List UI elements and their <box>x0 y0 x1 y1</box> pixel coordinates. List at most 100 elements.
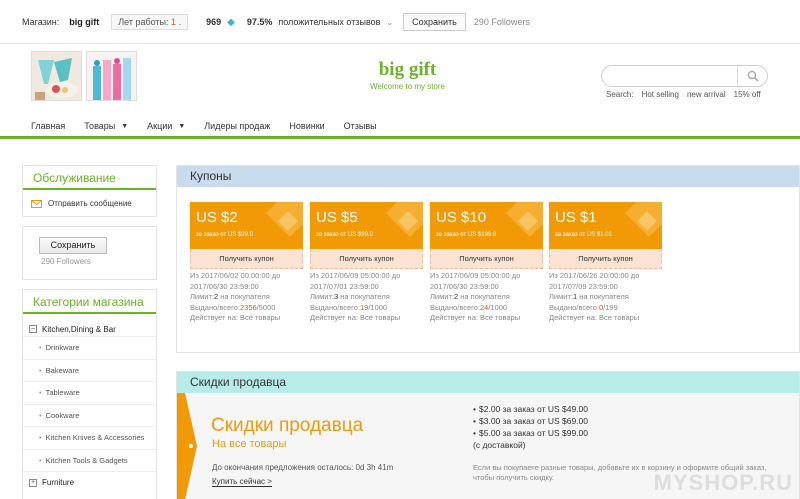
coupon-to: 2017/07/09 23:59:00 <box>549 281 618 291</box>
discount-tier: • $2.00 за заказ от US $49.00 <box>473 403 588 415</box>
store-brand[interactable]: big gift Welcome to my store <box>330 59 485 91</box>
search-button[interactable] <box>737 66 767 86</box>
subcategory-label: Tableware <box>45 388 80 397</box>
service-panel: Обслуживание Отправить сообщение <box>22 165 157 217</box>
issued-label: Выдано/всего: <box>190 302 240 312</box>
category-label: Kitchen,Dining & Bar <box>42 324 116 334</box>
subcategory-label: Cookware <box>45 410 80 420</box>
send-message-link[interactable]: Отправить сообщение <box>23 190 156 208</box>
nav-item-new[interactable]: Новинки <box>289 121 324 131</box>
save-store-button[interactable]: Сохранить <box>39 237 107 254</box>
bullet-icon: • <box>39 455 42 465</box>
issued-label: Выдано/всего: <box>430 302 480 312</box>
subcategory-item[interactable]: • Bakeware <box>23 358 156 382</box>
subcategory-item[interactable]: • Cookware <box>23 403 156 427</box>
chevron-down-icon[interactable]: ⌄ <box>386 18 393 27</box>
total-value: /1000 <box>488 302 508 312</box>
coupon-issued: Выдано/всего:2356/5000 <box>190 303 303 314</box>
envelope-icon <box>31 199 42 208</box>
service-title: Обслуживание <box>23 166 156 190</box>
categories-title: Категории магазина <box>23 290 156 314</box>
coupon-limit: Лимит:3 на покупателя <box>310 292 423 303</box>
years-value: 1 <box>171 17 177 27</box>
subcategory-item[interactable]: • Drinkware <box>23 336 156 359</box>
store-name[interactable]: big gift <box>69 17 99 27</box>
followers-count: 290 Followers <box>473 17 530 27</box>
coupon-from: Из 2017/06/26 20:00:00 до <box>549 271 640 280</box>
store-label: Магазин: <box>22 17 60 27</box>
search-label: Search: <box>606 90 634 99</box>
coupon-condition: за заказ от US $29.0 <box>196 232 253 238</box>
limit-value: 2 <box>213 292 219 301</box>
subcategory-label: Bakeware <box>45 365 79 375</box>
coupon-limit: Лимит:2 на покупателя <box>190 292 303 303</box>
category-item[interactable]: + Furniture <box>23 471 156 493</box>
limit-label: Лимит: <box>549 292 573 301</box>
bullet-icon: • <box>39 388 42 397</box>
search-link[interactable]: new arrival <box>687 90 726 99</box>
discount-heading: Скидки продавца <box>211 415 364 436</box>
store-header: big gift Welcome to my store Search: Hot… <box>0 44 800 114</box>
buy-now-link[interactable]: Купить сейчас > <box>212 477 272 487</box>
get-coupon-button[interactable]: Получить купон <box>430 249 543 269</box>
search-input[interactable] <box>601 65 768 87</box>
coupon-to: 2017/06/30 23:59:00 <box>190 281 259 291</box>
product-thumbnail[interactable] <box>31 51 82 101</box>
subcategory-item[interactable]: • Kitchen Tools & Gadgets <box>23 448 156 472</box>
coupon-card: US $1 за заказ от US $1.01 Получить купо… <box>549 202 662 324</box>
nav-label: Новинки <box>289 121 325 131</box>
limit-label: Лимит: <box>310 292 334 301</box>
expand-icon[interactable]: + <box>29 478 37 487</box>
coupon-issued: Выдано/всего:0/199 <box>549 303 662 314</box>
get-coupon-button[interactable]: Получить купон <box>190 249 303 269</box>
coupon-info: Из 2017/06/09 05:00:00 до 2017/07/01 23:… <box>310 271 423 324</box>
store-categories: Категории магазина – Kitchen,Dining & Ba… <box>22 289 157 499</box>
tier-label: $3.00 за заказ от US $69.00 <box>479 416 589 426</box>
delivery-note: (с доставкой) <box>473 440 526 450</box>
search-link[interactable]: Hot selling <box>642 90 679 99</box>
nav-item-home[interactable]: Главная <box>31 121 65 131</box>
subcategory-item[interactable]: • Tableware <box>23 381 156 404</box>
subcategory-item[interactable]: • Kitchen Knives & Accessories <box>23 426 156 449</box>
category-item[interactable]: – Kitchen,Dining & Bar <box>23 314 156 336</box>
coupon-issued: Выдано/всего:24/1000 <box>430 303 543 314</box>
nav-label: Акции <box>147 121 173 131</box>
brand-tagline: Welcome to my store <box>370 82 445 91</box>
coupons-section: Купоны US $2 за заказ от US $29.0 Получи… <box>176 165 800 353</box>
coupon-card: US $5 за заказ от US $99.0 Получить купо… <box>310 202 423 324</box>
store-topbar: Магазин: big gift Лет работы: 1 . 969 ◆ … <box>0 0 800 44</box>
product-thumbnail[interactable] <box>86 51 137 101</box>
coupon-from: Из 2017/06/02 00:00:00 до <box>190 271 281 280</box>
search-icon <box>747 70 759 82</box>
nav-item-bestsellers[interactable]: Лидеры продаж <box>204 121 270 131</box>
coupon-to: 2017/07/01 23:59:00 <box>310 281 379 291</box>
discount-banner: Скидки продавца На все товары До окончан… <box>177 393 799 499</box>
positive-feedback-label[interactable]: положительных отзывов <box>278 17 380 27</box>
discount-tier: • $3.00 за заказ от US $69.00 <box>473 415 588 427</box>
tier-label: $5.00 за заказ от US $99.00 <box>479 428 589 438</box>
tier-label: $2.00 за заказ от US $49.00 <box>479 404 589 414</box>
feedback-score[interactable]: 969 <box>206 17 221 27</box>
save-store-button[interactable]: Сохранить <box>403 13 466 31</box>
search-link[interactable]: 15% off <box>734 90 761 99</box>
nav-item-products[interactable]: Товары ▼ <box>84 121 128 131</box>
coupon-limit: Лимит:2 на покупателя <box>430 292 543 303</box>
coupon-info: Из 2017/06/26 20:00:00 до 2017/07/09 23:… <box>549 271 662 324</box>
get-coupon-button[interactable]: Получить купон <box>310 249 423 269</box>
brand-name: big gift <box>378 59 437 80</box>
collapse-icon[interactable]: – <box>29 325 37 333</box>
discount-tiers: • $2.00 за заказ от US $49.00 • $3.00 за з… <box>473 403 588 451</box>
nav-item-promotions[interactable]: Акции ▼ <box>147 121 185 131</box>
coupon-face: US $1 за заказ от US $1.01 <box>549 202 662 249</box>
coupon-valid: Действует на: Все товары <box>549 313 640 322</box>
nav-item-reviews[interactable]: Отзывы <box>344 121 377 131</box>
get-coupon-button[interactable]: Получить купон <box>549 249 662 269</box>
coupon-condition: за заказ от US $199.0 <box>436 232 497 238</box>
total-value: /5000 <box>256 302 276 312</box>
issued-value: 2356 <box>239 302 257 312</box>
caret-down-icon: ▼ <box>178 122 186 130</box>
coupon-amount: US $5 <box>316 209 358 226</box>
bullet-icon: • <box>39 433 42 442</box>
diamond-icon: ◆ <box>227 16 235 28</box>
limit-label: Лимит: <box>430 292 454 301</box>
